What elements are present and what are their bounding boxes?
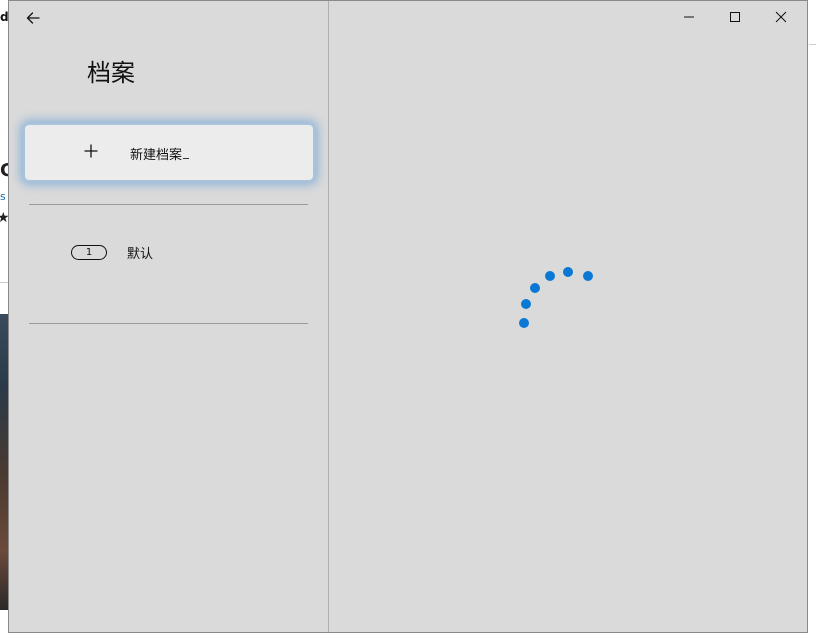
maximize-button[interactable] bbox=[712, 1, 758, 33]
plus-icon bbox=[84, 144, 98, 158]
background-app-right-edge bbox=[809, 0, 816, 641]
background-app-image bbox=[0, 314, 8, 610]
spinner-dot bbox=[519, 318, 529, 328]
divider bbox=[29, 323, 308, 324]
profile-badge: 1 bbox=[71, 245, 107, 260]
minimize-icon bbox=[684, 16, 694, 18]
divider bbox=[29, 204, 308, 205]
new-profile-button[interactable]: 新建档案 bbox=[25, 125, 313, 180]
page-title: 档案 bbox=[87, 59, 135, 87]
spinner-dot bbox=[530, 283, 540, 293]
close-icon bbox=[775, 11, 787, 23]
profiles-sidebar: 档案 新建档案 1 默认 bbox=[9, 1, 329, 632]
background-app-title: d bbox=[0, 10, 9, 24]
spinner-dot bbox=[545, 271, 555, 281]
arrow-left-icon bbox=[26, 12, 40, 24]
new-profile-label: 新建档案 bbox=[130, 144, 189, 163]
back-button[interactable] bbox=[19, 5, 47, 31]
background-divider bbox=[0, 282, 8, 283]
profile-item-default[interactable]: 1 默认 bbox=[29, 221, 308, 283]
profile-detail-pane bbox=[329, 1, 807, 632]
maximize-icon bbox=[730, 12, 740, 22]
spinner-dot bbox=[583, 271, 593, 281]
spinner-dot bbox=[563, 267, 573, 277]
spinner-dot bbox=[521, 299, 531, 309]
background-divider-right bbox=[809, 44, 816, 45]
profile-name: 默认 bbox=[127, 247, 154, 262]
background-app-link[interactable]: s bbox=[0, 190, 6, 203]
minimize-button[interactable] bbox=[666, 1, 712, 33]
profiles-window: 档案 新建档案 1 默认 bbox=[8, 0, 808, 633]
close-button[interactable] bbox=[758, 1, 804, 33]
